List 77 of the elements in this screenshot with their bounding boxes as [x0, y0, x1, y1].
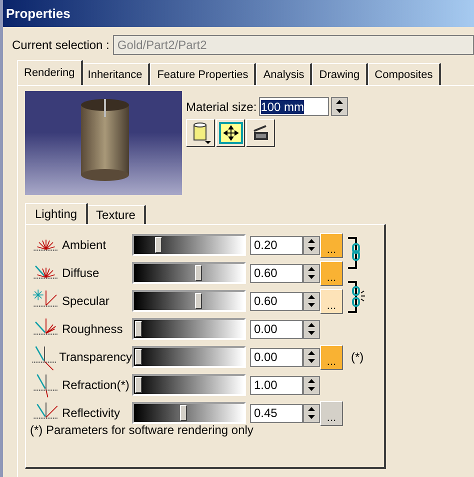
slider[interactable] — [132, 346, 246, 368]
down-arrow-icon[interactable] — [308, 415, 315, 420]
spinner[interactable] — [303, 292, 320, 310]
spinner[interactable] — [303, 404, 320, 422]
value-field[interactable]: 1.00 — [250, 376, 303, 394]
cylinder-tool-button[interactable] — [186, 119, 215, 147]
value-field[interactable]: 0.00 — [250, 320, 303, 338]
tab[interactable]: Feature Properties — [150, 63, 256, 85]
spinner[interactable] — [303, 376, 320, 394]
down-arrow-icon[interactable] — [308, 303, 315, 308]
property-label: Refraction(*) — [62, 378, 130, 392]
up-arrow-icon[interactable] — [308, 406, 315, 411]
property-label: Roughness — [62, 322, 123, 336]
property-label: Transparency — [59, 350, 132, 364]
broken-chain-icon[interactable] — [348, 281, 368, 313]
move-icon — [218, 122, 242, 144]
tab[interactable]: Analysis — [256, 63, 312, 85]
slider[interactable] — [132, 374, 246, 396]
move-tool-button[interactable] — [216, 119, 245, 147]
clapperboard-tool-button[interactable] — [246, 119, 275, 147]
tab[interactable]: Lighting — [25, 203, 88, 224]
spinner[interactable] — [303, 236, 320, 254]
slider[interactable] — [132, 234, 246, 256]
up-arrow-icon[interactable] — [308, 238, 315, 243]
property-label: Reflectivity — [62, 406, 120, 420]
slider-thumb[interactable] — [195, 265, 202, 281]
slider-thumb[interactable] — [180, 405, 187, 421]
spinner[interactable] — [303, 264, 320, 282]
window-title: Properties — [3, 0, 474, 27]
value-field[interactable]: 0.45 — [250, 404, 303, 422]
spinner[interactable] — [303, 348, 320, 366]
value-field[interactable]: 0.60 — [250, 264, 303, 282]
material-size-field[interactable]: 100 mm — [258, 97, 329, 116]
tab[interactable]: Inheritance — [80, 63, 150, 85]
color-button[interactable]: ... — [320, 288, 343, 314]
slider[interactable] — [132, 318, 246, 340]
color-button[interactable]: ... — [320, 400, 343, 426]
value-field[interactable]: 0.00 — [250, 348, 303, 366]
spinner[interactable] — [303, 320, 320, 338]
down-arrow-icon[interactable] — [308, 387, 315, 392]
down-arrow-icon[interactable] — [308, 275, 315, 280]
tab[interactable]: Composites — [368, 63, 441, 85]
note-label: (*) — [351, 350, 365, 364]
slider[interactable] — [132, 262, 246, 284]
up-arrow-icon[interactable] — [336, 100, 343, 104]
value-field[interactable]: 0.60 — [250, 292, 303, 310]
slider-thumb[interactable] — [155, 237, 162, 253]
down-arrow-icon[interactable] — [336, 108, 343, 113]
tab[interactable]: Drawing — [312, 63, 368, 85]
slider-thumb[interactable] — [135, 377, 142, 393]
property-label: Ambient — [62, 238, 106, 252]
clapperboard-icon — [252, 125, 270, 141]
slider-thumb[interactable] — [135, 321, 142, 337]
slider-thumb[interactable] — [135, 349, 142, 365]
property-label: Diffuse — [62, 266, 100, 280]
value-field[interactable]: 0.20 — [250, 236, 303, 254]
color-button[interactable]: ... — [320, 232, 343, 258]
color-button[interactable]: ... — [320, 260, 343, 286]
down-arrow-icon[interactable] — [308, 247, 315, 252]
up-arrow-icon[interactable] — [308, 322, 315, 327]
spinner[interactable] — [330, 97, 348, 116]
down-arrow-icon[interactable] — [308, 359, 315, 364]
property-label: Specular — [62, 294, 110, 308]
down-arrow-icon[interactable] — [308, 331, 315, 336]
up-arrow-icon[interactable] — [308, 294, 315, 299]
color-button[interactable]: ... — [320, 344, 343, 370]
up-arrow-icon[interactable] — [308, 378, 315, 383]
up-arrow-icon[interactable] — [308, 266, 315, 271]
slider-thumb[interactable] — [195, 293, 202, 309]
footnote: (*) Parameters for software rendering only — [30, 423, 254, 437]
slider[interactable] — [132, 402, 246, 424]
up-arrow-icon[interactable] — [308, 350, 315, 355]
tab[interactable]: Rendering — [17, 60, 83, 85]
tab[interactable]: Texture — [86, 205, 146, 224]
field-label: Material size: — [186, 100, 257, 114]
slider[interactable] — [132, 290, 246, 312]
field-label: Current selection : — [12, 38, 110, 52]
